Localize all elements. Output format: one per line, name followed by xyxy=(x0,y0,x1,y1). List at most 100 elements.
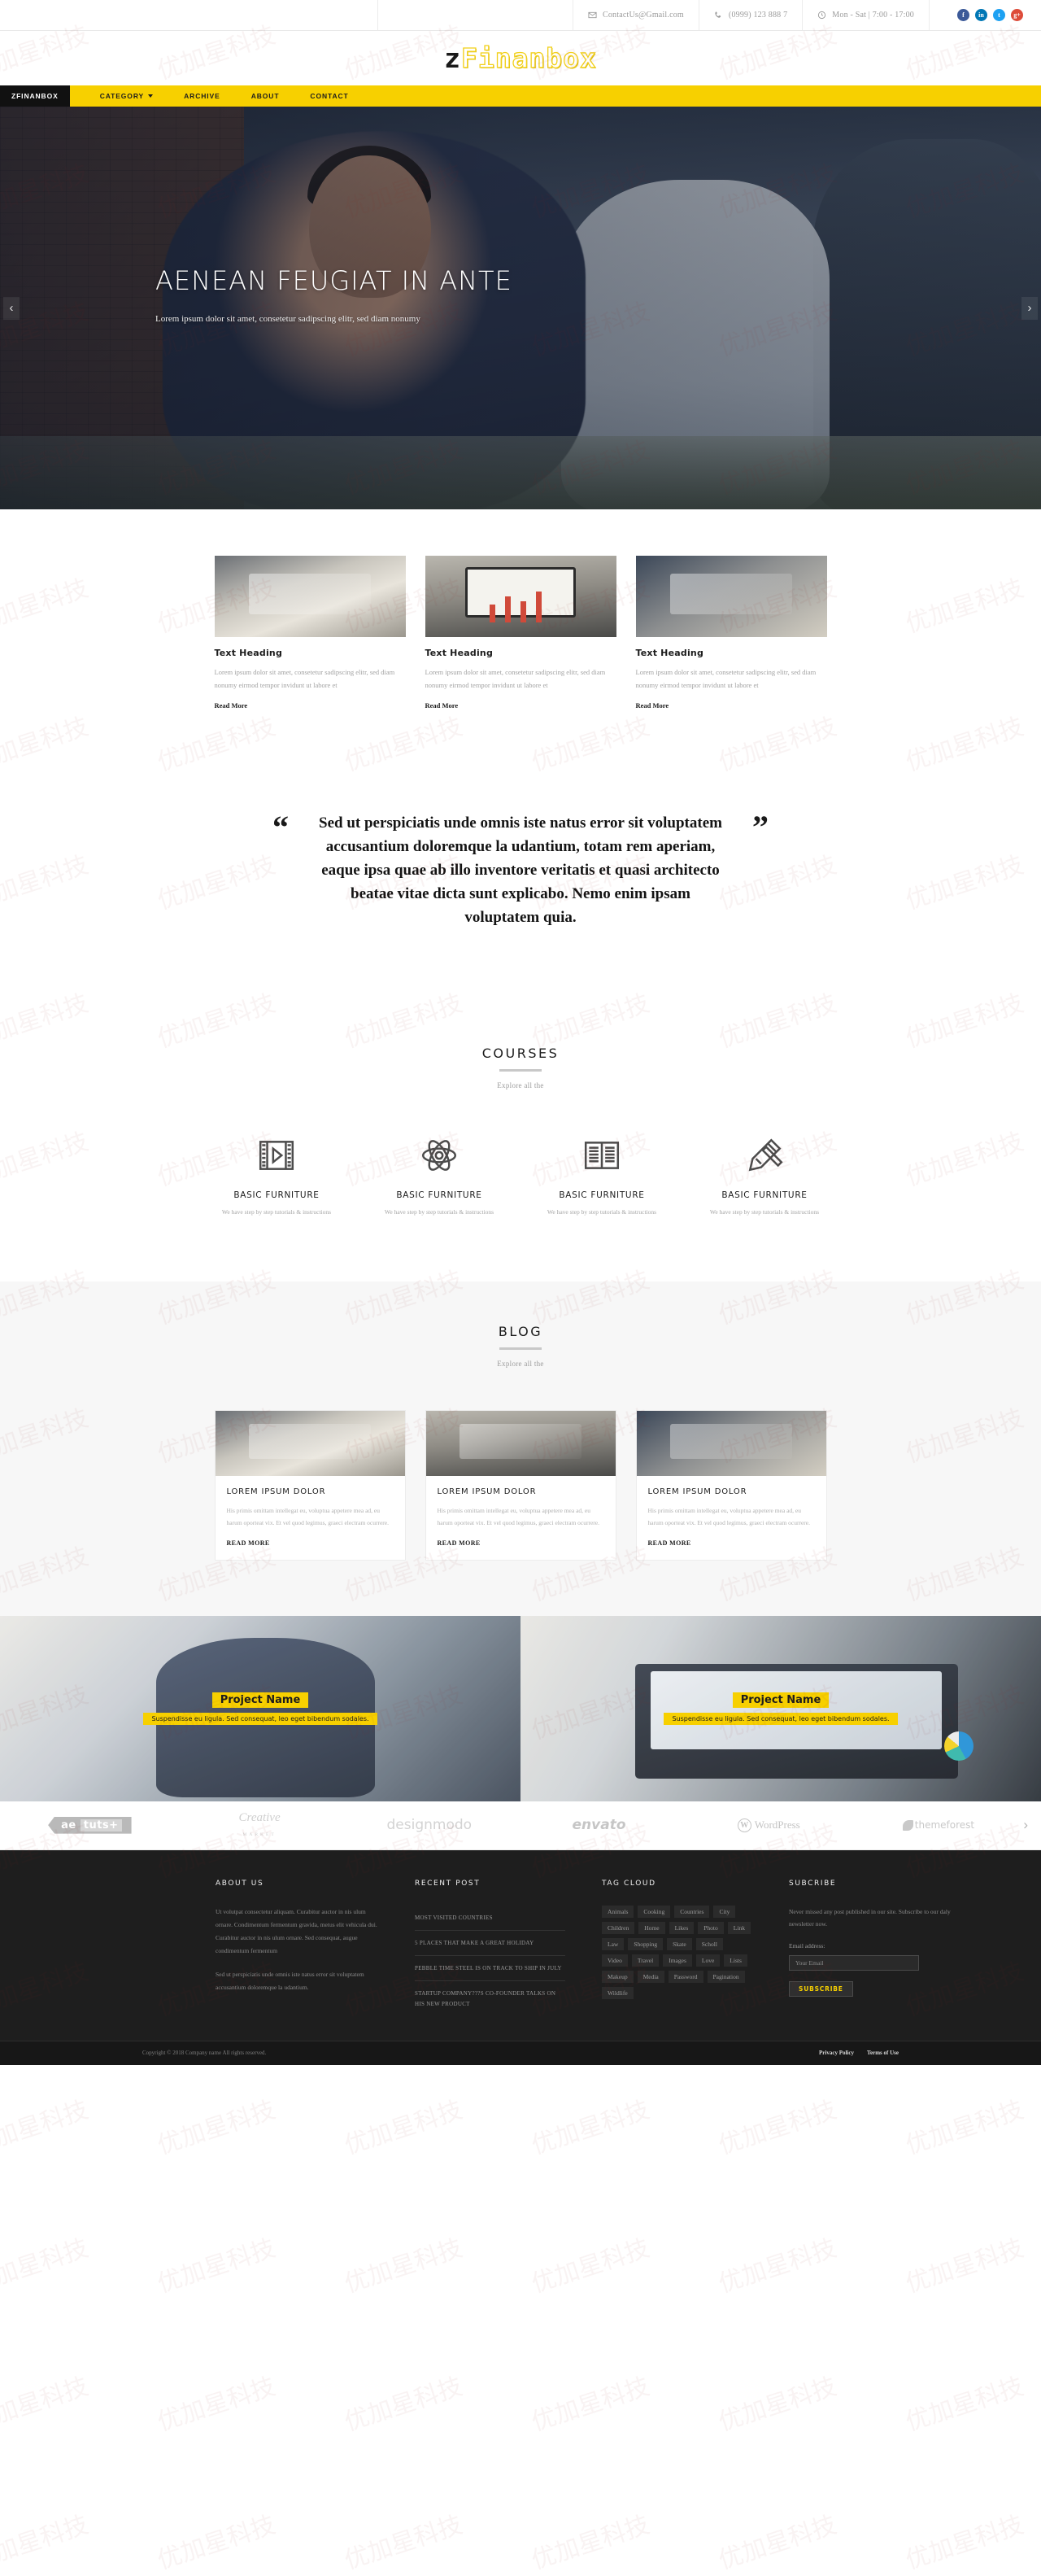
tag-item[interactable]: Animals xyxy=(602,1905,634,1918)
tag-item[interactable]: Love xyxy=(695,1954,721,1967)
logo-area: zFinanbox xyxy=(0,31,1041,85)
tag-item[interactable]: Link xyxy=(727,1921,751,1934)
blog-grid: LOREM IPSUM DOLOR His primis omittam int… xyxy=(0,1409,1041,1561)
feature-read-more[interactable]: Read More xyxy=(215,701,406,709)
course-desc: We have step by step tutorials & instruc… xyxy=(221,1207,332,1216)
tag-item[interactable]: Video xyxy=(602,1954,628,1967)
quote-open-icon: “ xyxy=(272,809,289,846)
tag-item[interactable]: Photo xyxy=(698,1921,724,1934)
social-links: f in t g+ xyxy=(930,0,1041,30)
nav-item-archive[interactable]: ARCHIVE xyxy=(168,85,236,107)
privacy-policy-link[interactable]: Privacy Policy xyxy=(819,2050,854,2056)
feature-read-more[interactable]: Read More xyxy=(636,701,827,709)
course-item[interactable]: BASIC FURNITURE We have step by step tut… xyxy=(520,1132,683,1218)
tag-item[interactable]: Wildlife xyxy=(602,1986,634,1999)
clients-next-button[interactable]: › xyxy=(1023,1817,1036,1833)
course-item[interactable]: BASIC FURNITURE We have step by step tut… xyxy=(683,1132,846,1218)
quote-section: “ Sed ut perspiciatis unde omnis iste na… xyxy=(0,749,1041,1000)
themeforest-icon xyxy=(902,1819,913,1831)
tag-item[interactable]: Scholl xyxy=(695,1937,723,1950)
client-logo-designmodo[interactable]: designmodo xyxy=(344,1817,514,1833)
tag-item[interactable]: Children xyxy=(602,1921,635,1934)
hero-subtitle: Lorem ipsum dolor sit amet, consetetur s… xyxy=(155,314,420,324)
hero-next-button[interactable]: › xyxy=(1021,296,1038,320)
course-desc: We have step by step tutorials & instruc… xyxy=(384,1207,494,1216)
client-logo-wordpress[interactable]: W WordPress xyxy=(684,1818,854,1832)
client-logo-creative-market[interactable]: Creative MARKET xyxy=(175,1810,345,1840)
designmodo-label: designmodo xyxy=(386,1817,473,1834)
feature-text: Lorem ipsum dolor sit amet, consetetur s… xyxy=(214,668,395,690)
logo-prefix: z xyxy=(444,42,461,74)
googleplus-icon[interactable]: g+ xyxy=(1011,9,1023,21)
courses-section: COURSES Explore all the BASIC FURNITURE … xyxy=(0,999,1041,1281)
recent-post-item[interactable]: MOST VISITED COUNTRIES xyxy=(415,1906,565,1931)
tag-item[interactable]: Law xyxy=(602,1937,625,1950)
course-item[interactable]: BASIC FURNITURE We have step by step tut… xyxy=(358,1132,520,1218)
hero-title: AENEAN FEUGIAT IN ANTE xyxy=(155,265,512,296)
nav-brand[interactable]: ZFINANBOX xyxy=(0,85,70,107)
project-description: Suspendisse eu ligula. Sed consequat, le… xyxy=(143,1712,377,1725)
twitter-icon[interactable]: t xyxy=(993,9,1005,21)
blog-image xyxy=(425,1410,616,1476)
contact-phone[interactable]: (0999) 123 888 7 xyxy=(698,0,802,30)
course-item[interactable]: BASIC FURNITURE We have step by step tut… xyxy=(195,1132,358,1218)
hero-content: AENEAN FEUGIAT IN ANTE Lorem ipsum dolor… xyxy=(0,265,1041,327)
subscribe-email-input[interactable]: Your Email xyxy=(789,1955,919,1971)
recent-post-item[interactable]: STARTUP COMPANY???S CO-FOUNDER TALKS ON … xyxy=(415,1981,565,2016)
feature-read-more[interactable]: Read More xyxy=(425,701,616,709)
blog-read-more[interactable]: READ MORE xyxy=(438,1539,604,1547)
feature-card: Text Heading Lorem ipsum dolor sit amet,… xyxy=(425,556,616,709)
subscribe-text: Never missed any post published in our s… xyxy=(789,1907,951,1928)
creative-market-top: Creative xyxy=(238,1811,281,1825)
courses-grid: BASIC FURNITURE We have step by step tut… xyxy=(195,1132,846,1218)
tag-item[interactable]: Cooking xyxy=(638,1905,671,1918)
clock-icon xyxy=(818,11,826,20)
tag-item[interactable]: Countries xyxy=(674,1905,710,1918)
tag-item[interactable]: Pagination xyxy=(707,1970,745,1983)
nav-item-contact[interactable]: CONTACT xyxy=(294,85,364,107)
tag-item[interactable]: Skate xyxy=(667,1937,692,1950)
blog-subtitle: Explore all the xyxy=(497,1359,544,1368)
tag-item[interactable]: Travel xyxy=(631,1954,660,1967)
tag-item[interactable]: Images xyxy=(663,1954,692,1967)
client-logo-envato[interactable]: envato xyxy=(514,1817,684,1833)
clients-logo-bar: ae tuts+ Creative MARKET designmodo enva… xyxy=(0,1801,1041,1850)
blog-read-more[interactable]: READ MORE xyxy=(648,1539,815,1547)
footer-subscribe-heading: SUBCRIBE xyxy=(789,1879,837,1888)
tag-item[interactable]: Media xyxy=(637,1970,664,1983)
client-logo-aetuts[interactable]: ae tuts+ xyxy=(5,1816,175,1834)
page-root: ContactUs@Gmail.com (0999) 123 888 7 Mon… xyxy=(0,0,1041,2575)
terms-of-use-link[interactable]: Terms of Use xyxy=(867,2050,899,2056)
client-logo-themeforest[interactable]: themeforest xyxy=(854,1819,1024,1831)
tag-item[interactable]: Lists xyxy=(724,1954,747,1967)
tag-item[interactable]: Home xyxy=(638,1921,665,1934)
tag-cloud: Animals Cooking Countries City Children Home L… xyxy=(602,1905,752,1999)
tag-item[interactable]: Password xyxy=(668,1970,703,1983)
feature-text: Lorem ipsum dolor sit amet, consetetur s… xyxy=(635,668,817,690)
tag-item[interactable]: City xyxy=(713,1905,736,1918)
recent-post-item[interactable]: PEBBLE TIME STEEL IS ON TRACK TO SHIP IN… xyxy=(415,1956,565,1982)
tag-item[interactable]: Shopping xyxy=(628,1937,664,1950)
subscribe-button[interactable]: SUBSCRIBE xyxy=(789,1981,853,1997)
project-tile[interactable]: Project Name Suspendisse eu ligula. Sed … xyxy=(0,1615,520,1801)
nav-item-category[interactable]: CATEGORY xyxy=(85,85,168,107)
footer: ABOUT US Ut volutpat consectetur aliquam… xyxy=(0,1849,1041,2041)
film-play-icon xyxy=(205,1132,348,1179)
aetuts-logo-a: ae xyxy=(61,1818,76,1832)
facebook-icon[interactable]: f xyxy=(957,9,969,21)
nav-item-about[interactable]: ABOUT xyxy=(236,85,295,107)
quote-text: Sed ut perspiciatis unde omnis iste natu… xyxy=(319,814,722,926)
feature-text: Lorem ipsum dolor sit amet, consetetur s… xyxy=(425,668,606,690)
recent-post-item[interactable]: 5 PLACES THAT MAKE A GREAT HOLIDAY xyxy=(415,1931,565,1957)
project-tile[interactable]: Project Name Suspendisse eu ligula. Sed … xyxy=(520,1615,1041,1801)
blog-card: LOREM IPSUM DOLOR His primis omittam int… xyxy=(214,1409,406,1561)
tag-item[interactable]: Makeup xyxy=(602,1970,634,1983)
contact-email[interactable]: ContactUs@Gmail.com xyxy=(572,0,699,30)
blog-read-more[interactable]: READ MORE xyxy=(227,1539,394,1547)
blog-card-text: His primis omittam intellegat eu, volupt… xyxy=(226,1506,390,1527)
site-logo[interactable]: zFinanbox xyxy=(444,41,597,74)
hero-prev-button[interactable]: ‹ xyxy=(3,296,20,320)
tag-item[interactable]: Likes xyxy=(669,1921,695,1934)
footer-tags-column: TAG CLOUD Animals Cooking Countries City Chi… xyxy=(602,1880,752,2016)
linkedin-icon[interactable]: in xyxy=(975,9,987,21)
